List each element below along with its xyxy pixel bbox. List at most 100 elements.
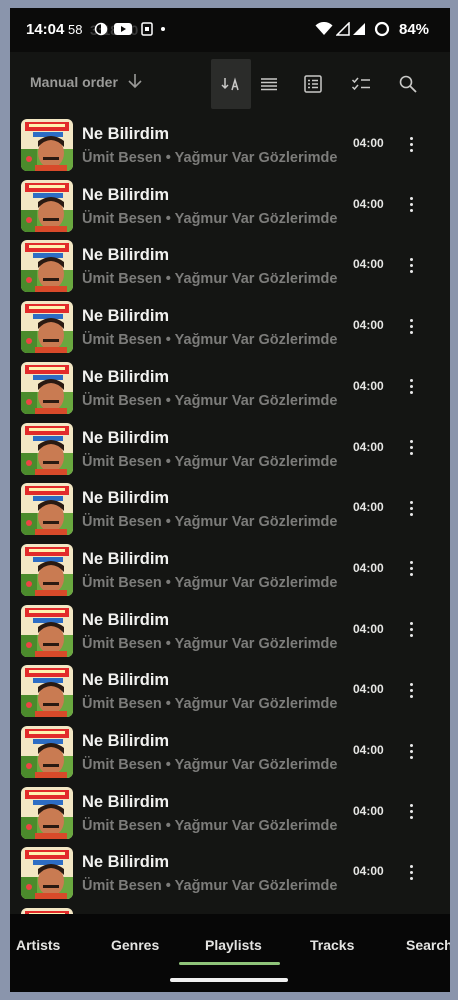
more-options-icon[interactable] xyxy=(400,676,422,704)
track-title: Ne Bilirdim xyxy=(82,246,170,265)
more-options-icon[interactable] xyxy=(400,616,422,644)
track-title: Ne Bilirdim xyxy=(82,732,170,750)
reorder-icon xyxy=(221,77,239,91)
arrow-down-icon[interactable] xyxy=(127,72,143,90)
track-row[interactable]: Ne Bilirdim Ümit Besen • Yağmur Var Gözl… xyxy=(10,237,450,298)
track-row[interactable]: Ne Bilirdim Ümit Besen • Yağmur Var Gözl… xyxy=(10,905,450,914)
track-row[interactable]: Ne Bilirdim Ümit Besen • Yağmur Var Gözl… xyxy=(10,420,450,481)
status-bar: 14:04 58 3:18:00 84% xyxy=(10,8,450,52)
status-time: 14:04 xyxy=(26,21,65,38)
track-title: Ne Bilirdim xyxy=(82,125,170,143)
track-row[interactable]: Ne Bilirdim Ümit Besen • Yağmur Var Gözl… xyxy=(10,177,450,238)
track-title: Ne Bilirdim xyxy=(82,428,170,447)
track-subtitle: Ümit Besen • Yağmur Var Gözlerimde xyxy=(82,878,338,895)
more-options-icon[interactable] xyxy=(400,434,422,462)
track-subtitle: Ümit Besen • Yağmur Var Gözlerimde xyxy=(82,635,338,652)
home-gesture-bar[interactable] xyxy=(170,978,288,982)
youtube-icon xyxy=(114,23,132,35)
more-options-icon[interactable] xyxy=(400,798,422,826)
track-title: Ne Bilirdim xyxy=(82,307,170,326)
album-art xyxy=(21,179,73,232)
track-subtitle: Ümit Besen • Yağmur Var Gözlerimde xyxy=(82,757,338,773)
track-duration: 04:00 xyxy=(353,743,384,757)
list-view-button[interactable] xyxy=(249,59,289,109)
album-art xyxy=(21,786,73,839)
signal-icon-1 xyxy=(336,22,350,36)
track-subtitle: Ümit Besen • Yağmur Var Gözlerimde xyxy=(82,453,338,470)
more-options-icon[interactable] xyxy=(400,191,422,219)
track-title: Ne Bilirdim xyxy=(82,792,170,811)
track-duration: 04:00 xyxy=(353,682,384,697)
track-duration: 04:00 xyxy=(353,439,384,454)
track-row[interactable]: Ne Bilirdim Ümit Besen • Yağmur Var Gözl… xyxy=(10,359,450,420)
track-subtitle: Ümit Besen • Yağmur Var Gözlerimde xyxy=(82,150,338,166)
search-icon xyxy=(399,75,417,93)
checklist-icon xyxy=(351,77,370,91)
track-subtitle: Ümit Besen • Yağmur Var Gözlerimde xyxy=(82,392,338,409)
detail-view-button[interactable] xyxy=(293,59,333,109)
more-options-icon[interactable] xyxy=(400,858,422,886)
more-options-icon[interactable] xyxy=(400,737,422,765)
album-art xyxy=(21,847,73,900)
status-extra: 58 xyxy=(68,22,83,37)
sort-order-button[interactable]: Manual order xyxy=(30,74,118,90)
album-art xyxy=(21,119,73,171)
track-subtitle: Ümit Besen • Yağmur Var Gözlerimde xyxy=(82,210,338,227)
more-options-icon[interactable] xyxy=(400,373,422,401)
reorder-button[interactable] xyxy=(211,59,251,109)
track-title: Ne Bilirdim xyxy=(82,853,170,872)
toolbar: Manual order xyxy=(10,52,450,109)
album-art xyxy=(21,483,73,536)
more-options-icon[interactable] xyxy=(400,130,422,158)
select-button[interactable] xyxy=(341,59,381,109)
track-title: Ne Bilirdim xyxy=(82,549,170,568)
track-subtitle: Ümit Besen • Yağmur Var Gözlerimde xyxy=(82,332,338,349)
track-duration: 04:00 xyxy=(353,378,384,393)
tab-playlists[interactable]: Playlists xyxy=(205,937,262,953)
album-art xyxy=(21,240,73,293)
sim-icon xyxy=(141,22,153,36)
track-row[interactable]: Ne Bilirdim Ümit Besen • Yağmur Var Gözl… xyxy=(10,602,450,663)
list-lines-icon xyxy=(261,78,277,91)
track-row[interactable]: Ne Bilirdim Ümit Besen • Yağmur Var Gözl… xyxy=(10,784,450,845)
track-row[interactable]: Ne Bilirdim Ümit Besen • Yağmur Var Gözl… xyxy=(10,541,450,602)
more-options-icon[interactable] xyxy=(400,555,422,583)
more-options-icon[interactable] xyxy=(400,312,422,340)
track-subtitle: Ümit Besen • Yağmur Var Gözlerimde xyxy=(82,817,338,834)
track-title: Ne Bilirdim xyxy=(82,671,170,690)
track-row[interactable]: Ne Bilirdim Ümit Besen • Yağmur Var Gözl… xyxy=(10,116,450,177)
more-options-icon[interactable] xyxy=(400,251,422,279)
bottom-navigation: Artists Genres Playlists Tracks Search xyxy=(10,914,450,992)
battery-saver-icon xyxy=(374,21,390,37)
more-options-icon[interactable] xyxy=(400,494,422,522)
tab-artists[interactable]: Artists xyxy=(16,937,60,953)
track-row[interactable]: Ne Bilirdim Ümit Besen • Yağmur Var Gözl… xyxy=(10,844,450,905)
tab-tracks[interactable]: Tracks xyxy=(310,937,354,953)
album-art xyxy=(21,726,73,778)
track-title: Ne Bilirdim xyxy=(82,610,170,629)
track-row[interactable]: Ne Bilirdim Ümit Besen • Yağmur Var Gözl… xyxy=(10,298,450,359)
tab-genres[interactable]: Genres xyxy=(111,937,159,953)
search-button[interactable] xyxy=(388,59,428,109)
signal-icon-2 xyxy=(353,23,365,35)
active-tab-indicator xyxy=(179,962,280,965)
album-art xyxy=(21,422,73,475)
track-row[interactable]: Ne Bilirdim Ümit Besen • Yağmur Var Gözl… xyxy=(10,723,450,784)
track-duration: 04:00 xyxy=(353,864,384,879)
track-subtitle: Ümit Besen • Yağmur Var Gözlerimde xyxy=(82,696,338,713)
track-row[interactable]: Ne Bilirdim Ümit Besen • Yağmur Var Gözl… xyxy=(10,662,450,723)
track-title: Ne Bilirdim xyxy=(82,489,170,508)
wifi-icon xyxy=(315,22,333,35)
notification-dot-icon xyxy=(161,27,165,31)
track-subtitle: Ümit Besen • Yağmur Var Gözlerimde xyxy=(82,574,338,591)
track-title: Ne Bilirdim xyxy=(82,185,170,204)
track-duration: 04:00 xyxy=(353,318,384,333)
album-art xyxy=(21,665,73,718)
track-duration: 04:00 xyxy=(353,136,384,150)
track-row[interactable]: Ne Bilirdim Ümit Besen • Yağmur Var Gözl… xyxy=(10,480,450,541)
track-duration: 04:00 xyxy=(353,196,384,211)
album-art xyxy=(21,361,73,414)
phone-screen: 14:04 58 3:18:00 84% Manual order xyxy=(10,8,450,992)
tab-search[interactable]: Search xyxy=(406,937,450,953)
track-duration: 04:00 xyxy=(353,257,384,272)
